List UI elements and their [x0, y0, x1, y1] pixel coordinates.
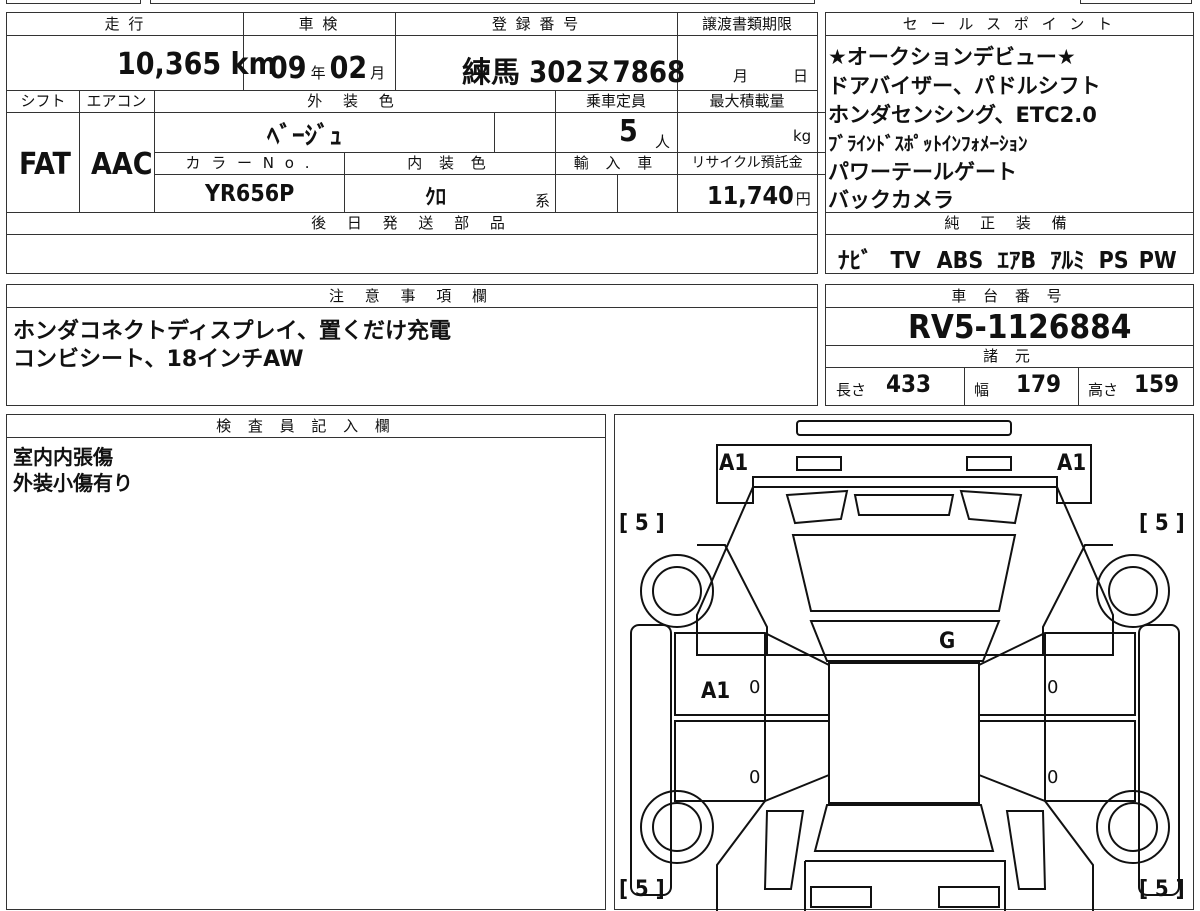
mark-zero-4: 0	[1047, 767, 1059, 788]
shaken-year-unit: 年	[310, 64, 326, 82]
height-label: 高さ	[1088, 381, 1119, 399]
shift-value: FAT	[19, 147, 71, 182]
tire-rear-right: [ 5 ]	[1139, 877, 1185, 902]
equip-alumi: ｱﾙﾐ	[1050, 248, 1085, 274]
mileage-label: 走 行	[104, 15, 146, 33]
sales-points-panel: セ ー ル ス ポ イ ン ト ★オークションデビュー★ ドアバイザー、パドルシ…	[825, 12, 1194, 274]
equip-navi: ﾅﾋﾞ	[838, 248, 873, 274]
chassis-panel: 車 台 番 号 RV5-1126884 諸 元 長さ 433 幅 179 高さ …	[825, 284, 1194, 406]
car-diagram	[630, 420, 1180, 911]
sales-line-6: バックカメラ	[828, 188, 954, 212]
sales-line-3: ホンダセンシング、ETC2.0	[828, 103, 1097, 127]
sales-line-5: パワーテールゲート	[828, 160, 1017, 184]
equip-pw: PW	[1138, 248, 1177, 274]
sales-line-1: ★オークションデビュー★	[828, 45, 1076, 69]
tire-front-left: [ 5 ]	[619, 511, 665, 536]
chassis-label: 車 台 番 号	[951, 287, 1068, 305]
registration-value: 練馬 302ヌ7868	[462, 55, 686, 89]
damage-g-roof: G	[939, 629, 956, 654]
shaken-month-unit: 月	[370, 64, 386, 82]
sales-line-2: ドアバイザー、パドルシフト	[828, 74, 1101, 98]
capacity-label: 乗車定員	[585, 92, 646, 110]
width-value: 179	[1016, 370, 1062, 398]
mark-zero-1: 0	[749, 677, 761, 698]
interior-color-value: ｸﾛ	[425, 185, 446, 209]
damage-a1-front-right: A1	[1057, 451, 1087, 476]
mileage-value: 10,365	[117, 47, 222, 82]
mark-zero-3: 0	[749, 767, 761, 788]
shaken-month: 02	[329, 51, 368, 86]
mark-zero-2: 0	[1047, 677, 1059, 698]
transfer-day-unit: 日	[793, 67, 809, 85]
vehicle-info-table: 走 行 車 検 登 録 番 号 譲渡書類期限 10,365 km 09 年 02 月 …	[6, 12, 964, 274]
notes-panel: 注 意 事 項 欄 ホンダコネクトディスプレイ、置くだけ充電 コンビシート、18…	[6, 284, 818, 406]
length-label: 長さ	[836, 381, 867, 399]
interior-color-label: 内 装 色	[407, 154, 492, 172]
inspector-line-1: 室内内張傷	[13, 445, 113, 469]
sales-points-label: セ ー ル ス ポ イ ン ト	[902, 15, 1117, 33]
ac-label: エアコン	[86, 92, 147, 110]
car-diagram-panel: A1 A1 [ 5 ] [ 5 ] [ 5 ] [ 5 ] G A1 0 0 0…	[614, 414, 1194, 911]
transfer-deadline-label: 譲渡書類期限	[701, 15, 792, 33]
equip-tv: TV	[890, 248, 921, 274]
color-no-label: カ ラ ー N o .	[185, 154, 313, 172]
capacity-value: 5	[619, 114, 638, 149]
inspector-line-2: 外装小傷有り	[13, 471, 133, 495]
color-no-value: YR656P	[205, 181, 295, 207]
later-parts-label: 後 日 発 送 部 品	[311, 214, 513, 232]
genuine-equip-label: 純 正 装 備	[944, 214, 1075, 232]
tire-rear-left: [ 5 ]	[619, 877, 665, 902]
max-load-label: 最大積載量	[709, 92, 785, 110]
inspector-label: 検 査 員 記 入 欄	[216, 417, 396, 435]
shaken-label: 車 検	[298, 15, 340, 33]
inspector-panel: 検 査 員 記 入 欄 室内内張傷 外装小傷有り	[6, 414, 606, 910]
damage-a1-door: A1	[701, 679, 731, 704]
spec-label: 諸 元	[983, 347, 1036, 365]
recycle-unit: 円	[795, 190, 811, 208]
width-label: 幅	[974, 381, 990, 399]
chassis-number: RV5-1126884	[908, 307, 1132, 346]
exterior-color-label: 外 装 色	[307, 92, 402, 110]
capacity-unit: 人	[655, 133, 671, 151]
ac-value: AAC	[91, 147, 153, 182]
interior-color-unit: 系	[535, 192, 551, 210]
tire-front-right: [ 5 ]	[1139, 511, 1185, 536]
equip-airbag: ｴｱB	[997, 248, 1037, 274]
exterior-color-value: ﾍﾞｰｼﾞｭ	[267, 121, 343, 150]
top-cropped-strip	[0, 0, 1200, 6]
transfer-month-unit: 月	[733, 67, 749, 85]
shift-label: シフト	[20, 92, 66, 110]
equip-ps: PS	[1098, 248, 1129, 274]
notes-label: 注 意 事 項 欄	[328, 287, 496, 305]
import-label: 輸 入 車	[573, 154, 659, 172]
notes-line-2: コンビシート、18インチAW	[13, 347, 304, 372]
height-value: 159	[1134, 370, 1180, 398]
registration-label: 登 録 番 号	[491, 15, 581, 33]
recycle-label: リサイクル預託金	[691, 155, 803, 171]
max-load-unit: kg	[793, 127, 812, 145]
damage-a1-front-left: A1	[719, 451, 749, 476]
length-value: 433	[886, 370, 932, 398]
recycle-value: 11,740	[707, 181, 794, 210]
equip-abs: ABS	[936, 248, 984, 274]
sales-line-4: ﾌﾞﾗｲﾝﾄﾞｽﾎﾟｯﾄｲﾝﾌｫﾒｰｼｮﾝ	[828, 133, 1028, 155]
shaken-year: 09	[269, 51, 307, 86]
